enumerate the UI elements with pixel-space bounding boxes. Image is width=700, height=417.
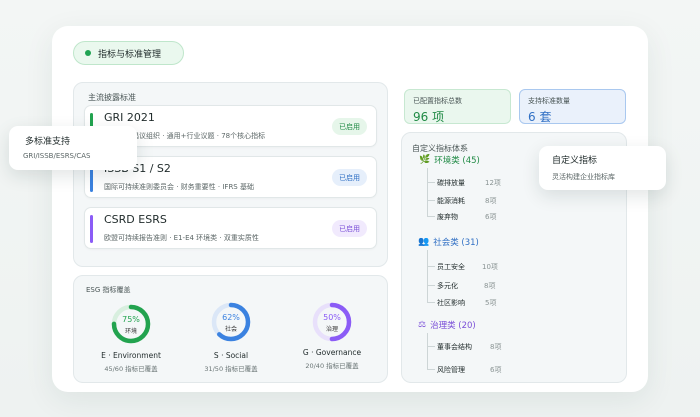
gauge-label: E · Environment [101, 351, 161, 360]
standard-accent-bar [90, 215, 93, 243]
gauge-short-label: 治理 [325, 326, 338, 333]
tree-connector [427, 200, 435, 201]
gauge-sub: 45/60 指标已覆盖 [104, 365, 158, 373]
floating-card-sub: GRI/ISSB/ESRS/CAS [23, 152, 91, 160]
tree-category-governance[interactable]: ⚖ 治理类 (20) [418, 319, 476, 331]
people-icon: 👥 [418, 237, 430, 247]
tree-connector [427, 250, 428, 302]
gauge-social: 62% 社会 [211, 302, 251, 342]
gauge-label: S · Social [213, 351, 249, 360]
custom-title: 自定义指标体系 [412, 144, 468, 153]
status-dot-icon [85, 50, 91, 56]
tree-category-environment[interactable]: 🌿 环境类 (45) [419, 154, 480, 166]
tree-item[interactable]: 员工安全 [437, 262, 465, 272]
standard-desc: 国际可持续准则委员会 · 财务重要性 · IFRS 基础 [104, 183, 254, 191]
tree-connector [427, 266, 435, 267]
status-badge: 已启用 [332, 220, 367, 237]
tree-item-count: 6项 [485, 213, 497, 221]
standard-desc: 欧盟可持续报告准则 · E1-E4 环境类 · 双重实质性 [104, 234, 259, 242]
tree-item-count: 8项 [485, 197, 497, 205]
stat-value: 6 套 [528, 110, 552, 124]
category-name: 环境类 (45) [434, 156, 480, 166]
status-badge: 已启用 [332, 169, 367, 186]
floating-card-multi-standard: 多标准支持 GRI/ISSB/ESRS/CAS [9, 126, 137, 170]
stat-label: 已配置指标总数 [413, 97, 462, 105]
gauge-governance: 50% 治理 [312, 302, 352, 342]
tree-item[interactable]: 多元化 [437, 281, 458, 291]
tree-connector [427, 285, 435, 286]
gauge-environment: 75% 环境 [111, 304, 151, 344]
standards-title: 主流披露标准 [88, 93, 136, 102]
gauge-ring [312, 302, 352, 342]
tree-item-count: 5项 [485, 299, 497, 307]
stat-value: 96 项 [413, 110, 445, 124]
tree-item-count: 8项 [484, 282, 496, 290]
floating-card-sub: 灵活构建企业指标库 [552, 173, 615, 181]
tree-connector [427, 216, 435, 217]
page-title-pill: 指标与标准管理 [73, 41, 184, 65]
stat-supported-standards: 支持标准数量 6 套 [519, 89, 626, 124]
tree-item[interactable]: 社区影响 [437, 298, 465, 308]
leaf-icon: 🌿 [419, 155, 431, 165]
tree-connector [427, 346, 435, 347]
tree-item-count: 6项 [490, 366, 502, 374]
tree-connector [427, 302, 435, 303]
tree-connector [427, 168, 428, 216]
tree-connector [427, 333, 428, 369]
floating-card-title: 自定义指标 [552, 156, 598, 166]
floating-card-title: 多标准支持 [25, 137, 71, 147]
stat-total-indicators: 已配置指标总数 96 项 [404, 89, 511, 124]
coverage-title: ESG 指标覆盖 [86, 286, 131, 294]
tree-item[interactable]: 碳排放量 [437, 178, 465, 188]
scale-icon: ⚖ [418, 320, 427, 330]
category-name: 治理类 (20) [430, 321, 476, 331]
tree-item-count: 8项 [490, 343, 502, 351]
gauge-sub: 20/40 指标已覆盖 [305, 362, 359, 370]
gauge-short-label: 环境 [124, 328, 137, 335]
floating-card-custom: 自定义指标 灵活构建企业指标库 [539, 146, 666, 190]
tree-item-count: 12项 [485, 179, 501, 187]
tree-connector [427, 182, 435, 183]
gauge-ring [111, 304, 151, 344]
gauge-sub: 31/50 指标已覆盖 [204, 365, 258, 373]
tree-item[interactable]: 能源消耗 [437, 196, 465, 206]
gauge-ring [211, 302, 251, 342]
gauge-percent: 75% [122, 315, 140, 324]
gauge-short-label: 社会 [224, 326, 237, 333]
standard-name: GRI 2021 [104, 111, 155, 124]
page-title: 指标与标准管理 [98, 49, 162, 60]
gauge-percent: 62% [222, 313, 240, 322]
standard-card-csrd[interactable]: CSRD ESRS 欧盟可持续报告准则 · E1-E4 环境类 · 双重实质性 … [84, 207, 377, 249]
tree-category-social[interactable]: 👥 社会类 (31) [418, 236, 479, 248]
tree-connector [427, 369, 435, 370]
tree-item-count: 10项 [482, 263, 498, 271]
status-badge: 已启用 [332, 118, 367, 135]
category-name: 社会类 (31) [433, 238, 479, 248]
tree-item[interactable]: 董事会结构 [437, 342, 472, 352]
stat-label: 支持标准数量 [528, 97, 570, 105]
standard-name: CSRD ESRS [104, 213, 167, 226]
tree-item[interactable]: 风险管理 [437, 365, 465, 375]
gauge-percent: 50% [323, 313, 341, 322]
tree-item[interactable]: 废弃物 [437, 212, 458, 222]
gauge-label: G · Governance [302, 348, 362, 357]
